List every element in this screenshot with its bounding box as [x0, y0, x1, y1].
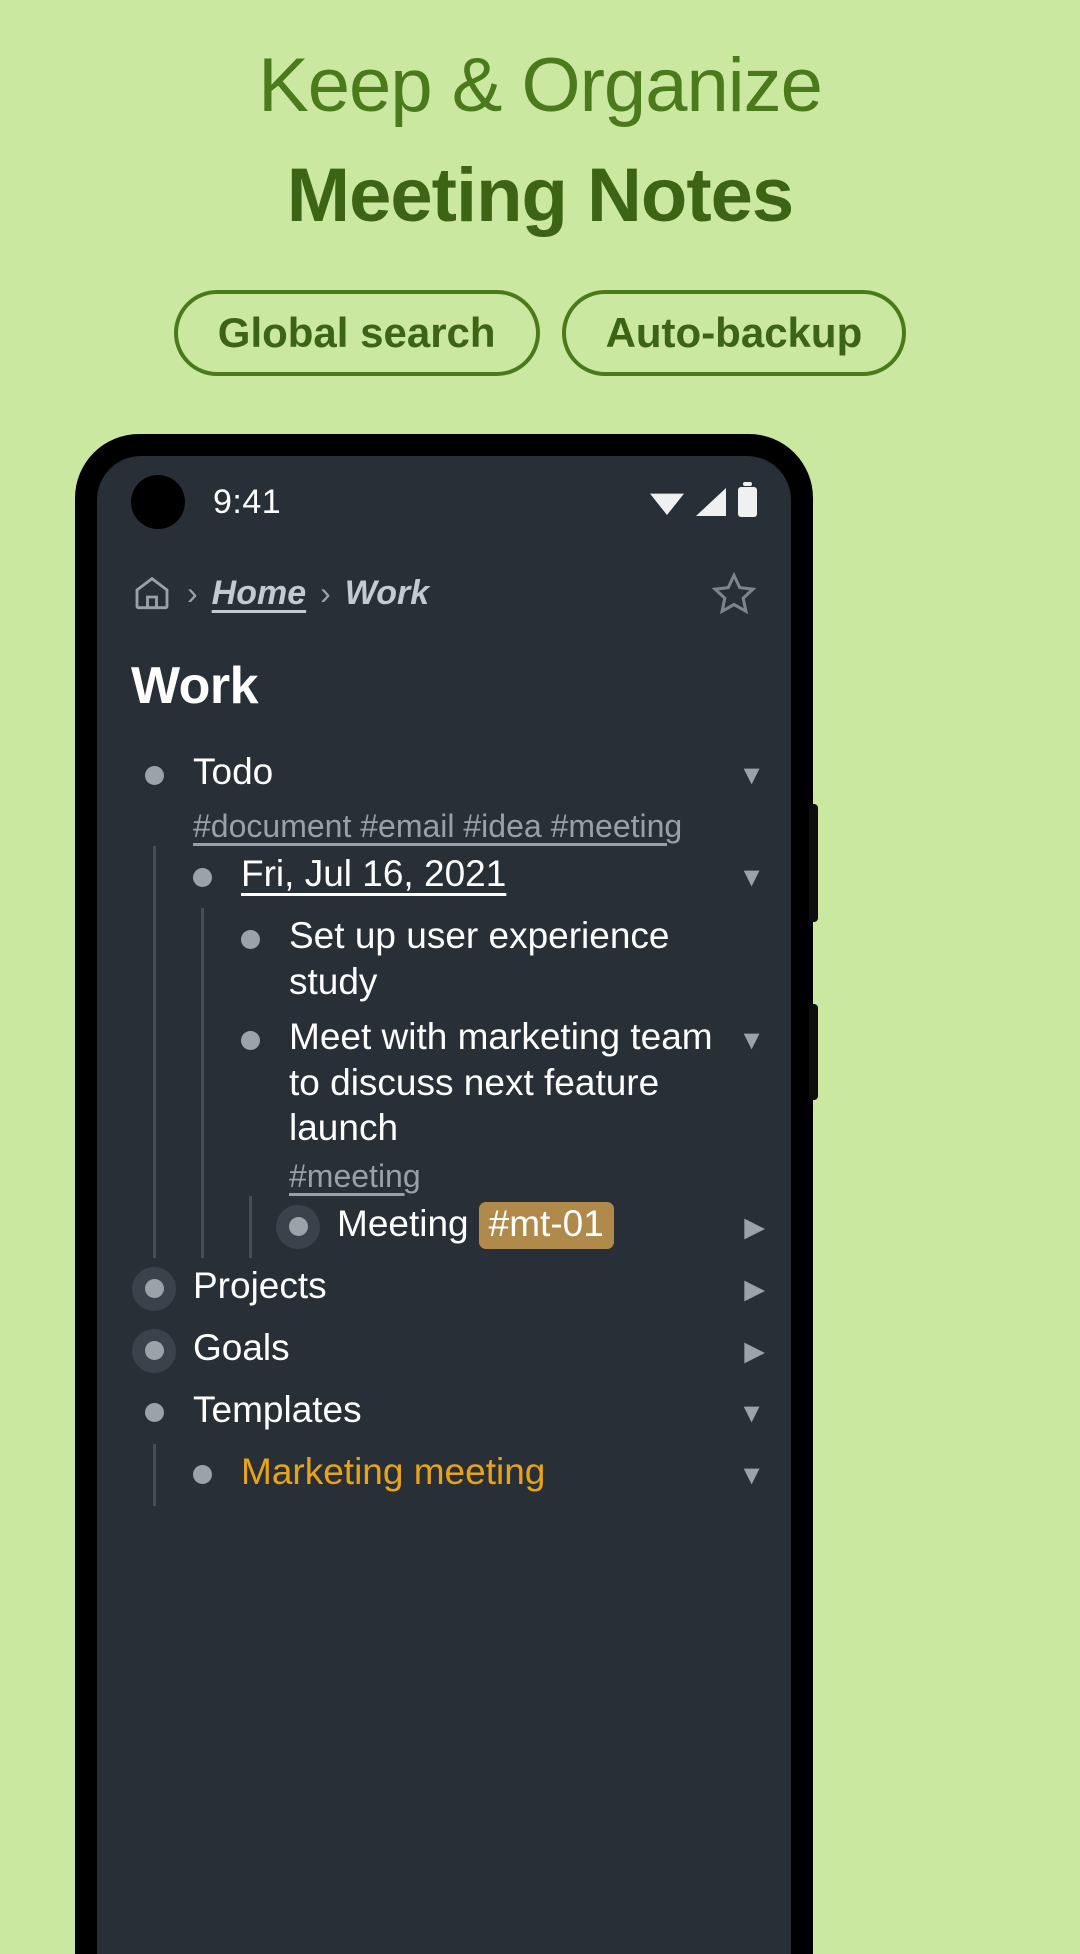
tree-node-task-ux-study: Set up user experience study: [227, 908, 791, 1009]
bullet-meeting[interactable]: [275, 1201, 321, 1253]
tree-node-todo: Todo ▼ #document #email #idea #meeting F…: [97, 744, 791, 1258]
tree-row-templates[interactable]: Templates ▼: [131, 1382, 791, 1444]
status-badge-mt-01[interactable]: #mt-01: [478, 1201, 614, 1250]
feature-pill-global-search[interactable]: Global search: [173, 290, 540, 377]
breadcrumb-item-home[interactable]: Home: [212, 574, 306, 613]
bullet-todo[interactable]: [131, 749, 177, 801]
star-icon[interactable]: [711, 570, 757, 616]
tree-label-projects[interactable]: Projects: [177, 1263, 734, 1309]
tree-label-goals[interactable]: Goals: [177, 1325, 734, 1371]
bullet-templates[interactable]: [131, 1387, 177, 1439]
tree-children-templates: Marketing meeting ▼: [131, 1443, 791, 1506]
tree-node-goals: Goals ▶: [97, 1320, 791, 1382]
bullet-date[interactable]: [179, 851, 225, 903]
status-bar-icons: [650, 482, 757, 517]
toggle-task-marketing[interactable]: ▼: [728, 1014, 765, 1066]
tree-node-task-marketing: Meet with marketing team to discuss next…: [227, 1009, 791, 1258]
power-button[interactable]: [809, 1004, 818, 1100]
bullet-projects[interactable]: [131, 1263, 177, 1315]
phone-screen: 9:41 › Home › Work Work Todo ▼ #document…: [97, 456, 791, 1954]
breadcrumb-item-work[interactable]: Work: [345, 574, 429, 613]
status-bar-time: 9:41: [213, 482, 282, 521]
tree-node-marketing-meeting: Marketing meeting ▼: [179, 1444, 791, 1506]
tree-node-projects: Projects ▶: [97, 1258, 791, 1320]
bullet-goals[interactable]: [131, 1325, 177, 1377]
front-camera-icon: [131, 475, 185, 529]
battery-icon: [738, 482, 757, 517]
tree-row-task-marketing[interactable]: Meet with marketing team to discuss next…: [227, 1009, 791, 1156]
promo-headline-primary: Keep & Organize: [258, 43, 823, 128]
tree-label-task-ux-study[interactable]: Set up user experience study: [273, 913, 765, 1004]
tree-row-todo[interactable]: Todo ▼: [131, 744, 791, 806]
volume-button[interactable]: [809, 804, 818, 922]
breadcrumb-separator-1: ›: [187, 574, 198, 611]
tree-node-date: Fri, Jul 16, 2021 ▼ Set up user experien…: [179, 846, 791, 1258]
tree-label-todo[interactable]: Todo: [177, 749, 728, 795]
tree-row-date[interactable]: Fri, Jul 16, 2021 ▼: [179, 846, 791, 908]
breadcrumb-separator-2: ›: [320, 574, 331, 611]
outline-tree: Todo ▼ #document #email #idea #meeting F…: [97, 716, 791, 1506]
tree-tags-task-marketing[interactable]: #meeting: [273, 1156, 421, 1196]
tree-row-meeting[interactable]: Meeting #mt-01 ▶: [275, 1196, 791, 1258]
wifi-icon: [650, 493, 684, 515]
promo-headline-secondary: Meeting Notes: [286, 153, 794, 238]
tree-label-task-marketing[interactable]: Meet with marketing team to discuss next…: [273, 1014, 728, 1151]
tree-children-todo: Fri, Jul 16, 2021 ▼ Set up user experien…: [131, 846, 791, 1258]
breadcrumb: › Home › Work: [97, 548, 791, 616]
tree-label-marketing-meeting[interactable]: Marketing meeting: [225, 1449, 728, 1495]
toggle-projects[interactable]: ▶: [734, 1263, 765, 1315]
tree-children-date: Set up user experience study Meet with m…: [179, 908, 791, 1258]
tagline-todo: #document #email #idea #meeting: [131, 806, 791, 846]
tree-tags-todo[interactable]: #document #email #idea #meeting: [177, 806, 682, 846]
tree-row-task-ux-study[interactable]: Set up user experience study: [227, 908, 791, 1009]
tree-label-meeting[interactable]: Meeting #mt-01: [321, 1201, 734, 1250]
signal-icon: [696, 488, 726, 516]
page-title: Work: [131, 657, 259, 715]
tree-children-task-marketing: Meeting #mt-01 ▶: [227, 1195, 791, 1258]
status-bar: 9:41: [97, 456, 791, 548]
promo-header: Keep & Organize Meeting Notes Global sea…: [0, 0, 1080, 377]
feature-pill-group: Global search Auto-backup: [0, 290, 1080, 377]
toggle-templates[interactable]: ▼: [728, 1387, 765, 1439]
toggle-date[interactable]: ▼: [728, 851, 765, 903]
tree-node-meeting: Meeting #mt-01 ▶: [275, 1196, 791, 1258]
feature-pill-auto-backup[interactable]: Auto-backup: [561, 290, 907, 377]
tree-label-date[interactable]: Fri, Jul 16, 2021: [225, 851, 728, 897]
tree-row-marketing-meeting[interactable]: Marketing meeting ▼: [179, 1444, 791, 1506]
bullet-marketing-meeting[interactable]: [179, 1449, 225, 1501]
toggle-meeting[interactable]: ▶: [734, 1201, 765, 1253]
bullet-task-ux-study[interactable]: [227, 913, 273, 965]
toggle-todo[interactable]: ▼: [728, 749, 765, 801]
toggle-goals[interactable]: ▶: [734, 1325, 765, 1377]
tree-row-goals[interactable]: Goals ▶: [131, 1320, 791, 1382]
tree-label-templates[interactable]: Templates: [177, 1387, 728, 1433]
tree-label-meeting-text: Meeting: [337, 1202, 469, 1244]
tagline-task-marketing: #meeting: [227, 1156, 791, 1196]
home-icon[interactable]: [131, 573, 173, 613]
tree-row-projects[interactable]: Projects ▶: [131, 1258, 791, 1320]
toggle-marketing-meeting[interactable]: ▼: [728, 1449, 765, 1501]
tree-node-templates: Templates ▼ Marketing meeting ▼: [97, 1382, 791, 1506]
phone-mockup: 9:41 › Home › Work Work Todo ▼ #document…: [75, 434, 818, 1954]
bullet-task-marketing[interactable]: [227, 1014, 273, 1066]
